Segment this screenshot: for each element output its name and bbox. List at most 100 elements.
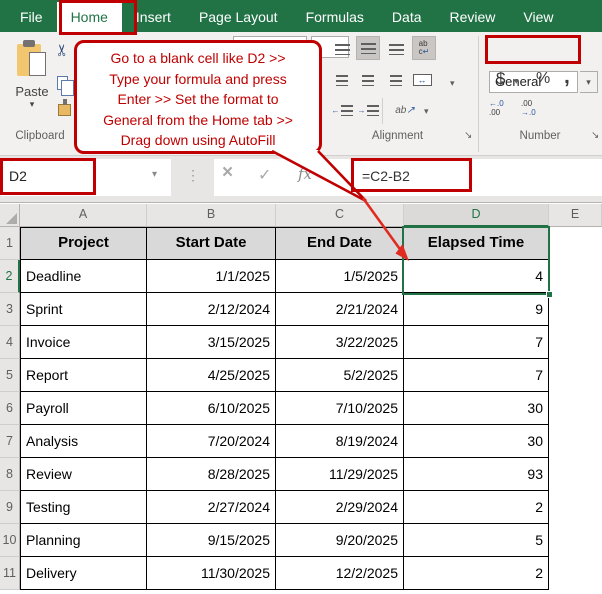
copy-icon[interactable] — [57, 76, 68, 90]
cell-C11[interactable]: 12/2/2025 — [276, 557, 404, 590]
row-header-4[interactable]: 4 — [0, 326, 20, 359]
cell-C8[interactable]: 11/29/2025 — [276, 458, 404, 491]
orientation-button[interactable]: ab↗ — [390, 98, 420, 122]
cell-C10[interactable]: 9/20/2025 — [276, 524, 404, 557]
cell-A5[interactable]: Report — [20, 359, 147, 392]
cell-A2[interactable]: Deadline — [20, 260, 147, 293]
cell-D11[interactable]: 2 — [404, 557, 549, 590]
cell-E11[interactable] — [549, 557, 602, 590]
row-header-10[interactable]: 10 — [0, 524, 20, 557]
align-left-button[interactable] — [330, 68, 354, 92]
align-right-button[interactable] — [384, 68, 408, 92]
row-header-1[interactable]: 1 — [0, 227, 20, 260]
alignment-dialog-launcher-icon[interactable]: ↘ — [464, 130, 472, 141]
name-box[interactable]: D2 — [1, 159, 171, 196]
cell-D9[interactable]: 2 — [404, 491, 549, 524]
format-painter-icon[interactable] — [58, 104, 71, 116]
cell-B5[interactable]: 4/25/2025 — [147, 359, 276, 392]
column-header-B[interactable]: B — [147, 204, 276, 227]
cell-B8[interactable]: 8/28/2025 — [147, 458, 276, 491]
tab-data[interactable]: Data — [378, 2, 436, 32]
cell-D5[interactable]: 7 — [404, 359, 549, 392]
column-header-D[interactable]: D — [404, 204, 549, 227]
cell-A11[interactable]: Delivery — [20, 557, 147, 590]
fill-handle[interactable] — [546, 291, 553, 298]
cell-C9[interactable]: 2/29/2024 — [276, 491, 404, 524]
cell-B10[interactable]: 9/15/2025 — [147, 524, 276, 557]
cell-A9[interactable]: Testing — [20, 491, 147, 524]
tab-insert[interactable]: Insert — [122, 2, 185, 32]
paste-chevron-icon[interactable]: ▾ — [4, 99, 60, 109]
align-center-button[interactable] — [356, 68, 380, 92]
cell-D3[interactable]: 9 — [404, 293, 549, 326]
cell-B1[interactable]: Start Date — [147, 227, 276, 260]
tab-review[interactable]: Review — [436, 2, 510, 32]
orientation-chevron-icon[interactable]: ▾ — [424, 106, 429, 117]
tab-file[interactable]: File — [6, 2, 57, 32]
increase-decimal-button[interactable]: ←.0.00 — [489, 99, 504, 117]
cell-B6[interactable]: 6/10/2025 — [147, 392, 276, 425]
merge-center-button[interactable]: ↔ — [410, 68, 434, 92]
row-header-5[interactable]: 5 — [0, 359, 20, 392]
cell-E3[interactable] — [549, 293, 602, 326]
cell-E1[interactable] — [549, 227, 602, 260]
wrap-text-button[interactable]: ab c↵ — [412, 36, 436, 60]
currency-chevron-icon[interactable]: ▾ — [514, 76, 519, 87]
cell-E10[interactable] — [549, 524, 602, 557]
cell-A10[interactable]: Planning — [20, 524, 147, 557]
cell-B3[interactable]: 2/12/2024 — [147, 293, 276, 326]
cell-E7[interactable] — [549, 425, 602, 458]
merge-chevron-icon[interactable]: ▾ — [450, 78, 455, 89]
percent-format-button[interactable]: % — [536, 70, 550, 88]
comma-format-button[interactable]: , — [564, 65, 570, 89]
tab-view[interactable]: View — [509, 2, 567, 32]
cell-B2[interactable]: 1/1/2025 — [147, 260, 276, 293]
cell-D4[interactable]: 7 — [404, 326, 549, 359]
cell-C7[interactable]: 8/19/2024 — [276, 425, 404, 458]
column-header-E[interactable]: E — [549, 204, 602, 227]
cell-C2[interactable]: 1/5/2025 — [276, 260, 404, 293]
cell-A8[interactable]: Review — [20, 458, 147, 491]
column-header-C[interactable]: C — [276, 204, 404, 227]
paste-button[interactable]: Paste ▾ — [4, 38, 60, 130]
align-bottom-button[interactable] — [384, 37, 408, 61]
row-header-2[interactable]: 2 — [0, 260, 20, 293]
cell-E2[interactable] — [549, 260, 602, 293]
cell-B4[interactable]: 3/15/2025 — [147, 326, 276, 359]
cell-E8[interactable] — [549, 458, 602, 491]
cell-C5[interactable]: 5/2/2025 — [276, 359, 404, 392]
row-header-11[interactable]: 11 — [0, 557, 20, 590]
cell-E5[interactable] — [549, 359, 602, 392]
cell-A1[interactable]: Project — [20, 227, 147, 260]
cell-A4[interactable]: Invoice — [20, 326, 147, 359]
cell-C4[interactable]: 3/22/2025 — [276, 326, 404, 359]
select-all-corner[interactable] — [0, 204, 20, 227]
name-box-chevron-icon[interactable]: ▾ — [152, 169, 157, 180]
formula-bar-grip-icon[interactable]: ⋮ — [186, 167, 200, 184]
row-header-8[interactable]: 8 — [0, 458, 20, 491]
row-header-3[interactable]: 3 — [0, 293, 20, 326]
enter-icon[interactable]: ✓ — [258, 165, 271, 185]
number-dialog-launcher-icon[interactable]: ↘ — [591, 130, 599, 141]
cell-C1[interactable]: End Date — [276, 227, 404, 260]
cell-A7[interactable]: Analysis — [20, 425, 147, 458]
align-middle-button[interactable] — [356, 36, 380, 60]
cell-B11[interactable]: 11/30/2025 — [147, 557, 276, 590]
decrease-decimal-button[interactable]: .00→.0 — [521, 99, 536, 117]
cell-C3[interactable]: 2/21/2024 — [276, 293, 404, 326]
row-header-6[interactable]: 6 — [0, 392, 20, 425]
tab-page-layout[interactable]: Page Layout — [185, 2, 292, 32]
number-format-chevron-icon[interactable]: ▾ — [580, 71, 598, 93]
cell-C6[interactable]: 7/10/2025 — [276, 392, 404, 425]
cancel-icon[interactable]: × — [222, 162, 233, 184]
tab-home[interactable]: Home — [57, 2, 122, 32]
align-top-button[interactable] — [330, 37, 354, 61]
cell-A3[interactable]: Sprint — [20, 293, 147, 326]
cell-A6[interactable]: Payroll — [20, 392, 147, 425]
cell-E9[interactable] — [549, 491, 602, 524]
cell-E4[interactable] — [549, 326, 602, 359]
cell-D8[interactable]: 93 — [404, 458, 549, 491]
cell-E6[interactable] — [549, 392, 602, 425]
decrease-indent-button[interactable]: ← — [330, 98, 354, 122]
currency-format-button[interactable]: $ — [496, 69, 505, 89]
